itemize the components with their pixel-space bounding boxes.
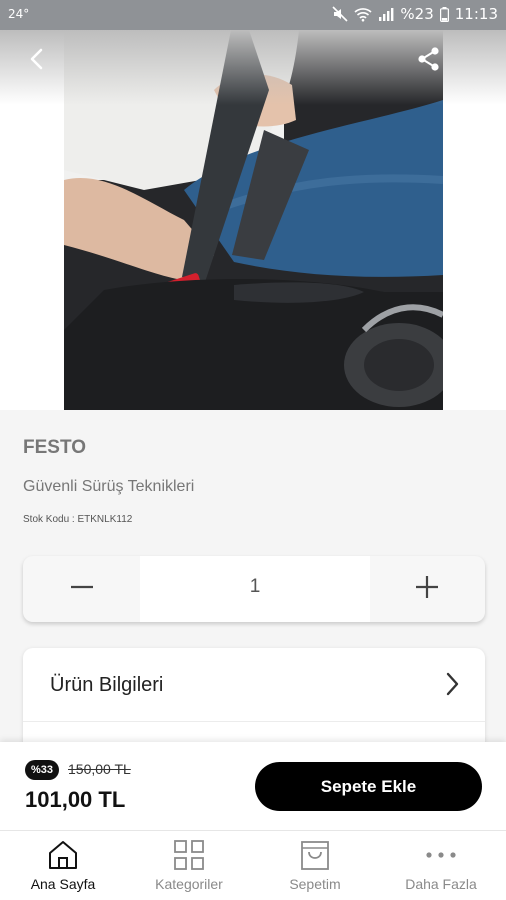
bottom-navigation: Ana Sayfa Kategoriler Sepetim Daha Fazla (0, 830, 506, 900)
plus-icon (414, 574, 440, 605)
nav-label-home: Ana Sayfa (30, 876, 96, 892)
quantity-stepper: 1 (23, 556, 485, 622)
clock: 11:13 (454, 5, 498, 23)
chevron-right-icon (443, 670, 461, 703)
nav-item-home[interactable]: Ana Sayfa (0, 831, 126, 900)
chevron-left-icon (22, 48, 52, 78)
nav-label-cart: Sepetim (289, 876, 341, 892)
wifi-icon (354, 6, 372, 22)
nav-item-more[interactable]: Daha Fazla (378, 831, 504, 900)
add-to-cart-button[interactable]: Sepete Ekle (255, 762, 482, 811)
share-button[interactable] (414, 44, 444, 74)
discount-badge: %33 (25, 760, 60, 780)
more-icon (423, 839, 459, 876)
nav-label-categories: Kategoriler (155, 876, 223, 892)
share-icon (414, 47, 444, 78)
product-image-area (0, 30, 506, 410)
nav-label-more: Daha Fazla (405, 876, 477, 892)
signal-icon (378, 7, 394, 21)
minus-icon (69, 574, 95, 605)
battery-percent: %23 (400, 5, 434, 23)
increase-quantity-button[interactable] (368, 556, 485, 622)
purchase-bar: %33 150,00 TL 101,00 TL Sepete Ekle (0, 742, 506, 830)
grid-icon (173, 839, 205, 876)
battery-icon (439, 6, 449, 22)
home-icon (47, 839, 79, 876)
mute-icon (332, 6, 348, 22)
status-icons: %23 11:13 (332, 5, 498, 23)
old-price: 150,00 TL (68, 761, 131, 777)
status-bar: 24° %23 11:13 (0, 0, 506, 30)
nav-item-categories[interactable]: Kategoriler (126, 831, 252, 900)
stock-code-label: Stok Kodu : (23, 514, 75, 525)
shopping-bag-icon (299, 839, 331, 876)
temperature-indicator: 24° (8, 7, 30, 21)
product-brand: FESTO (23, 437, 86, 458)
product-info-label: Ürün Bilgileri (50, 674, 164, 696)
current-price: 101,00 TL (25, 787, 126, 812)
stock-code-value: ETKNLK112 (77, 514, 133, 525)
back-button[interactable] (22, 44, 52, 74)
product-name: Güvenli Sürüş Teknikleri (23, 478, 195, 495)
product-info-row[interactable]: Ürün Bilgileri (23, 648, 485, 722)
product-detail-screen: 24° %23 11:13 FESTO Güvenli Sürüş Teknik… (0, 0, 506, 900)
nav-item-cart[interactable]: Sepetim (252, 831, 378, 900)
stock-code: Stok Kodu : ETKNLK112 (23, 514, 132, 525)
decrease-quantity-button[interactable] (23, 556, 140, 622)
quantity-value[interactable]: 1 (140, 556, 370, 622)
